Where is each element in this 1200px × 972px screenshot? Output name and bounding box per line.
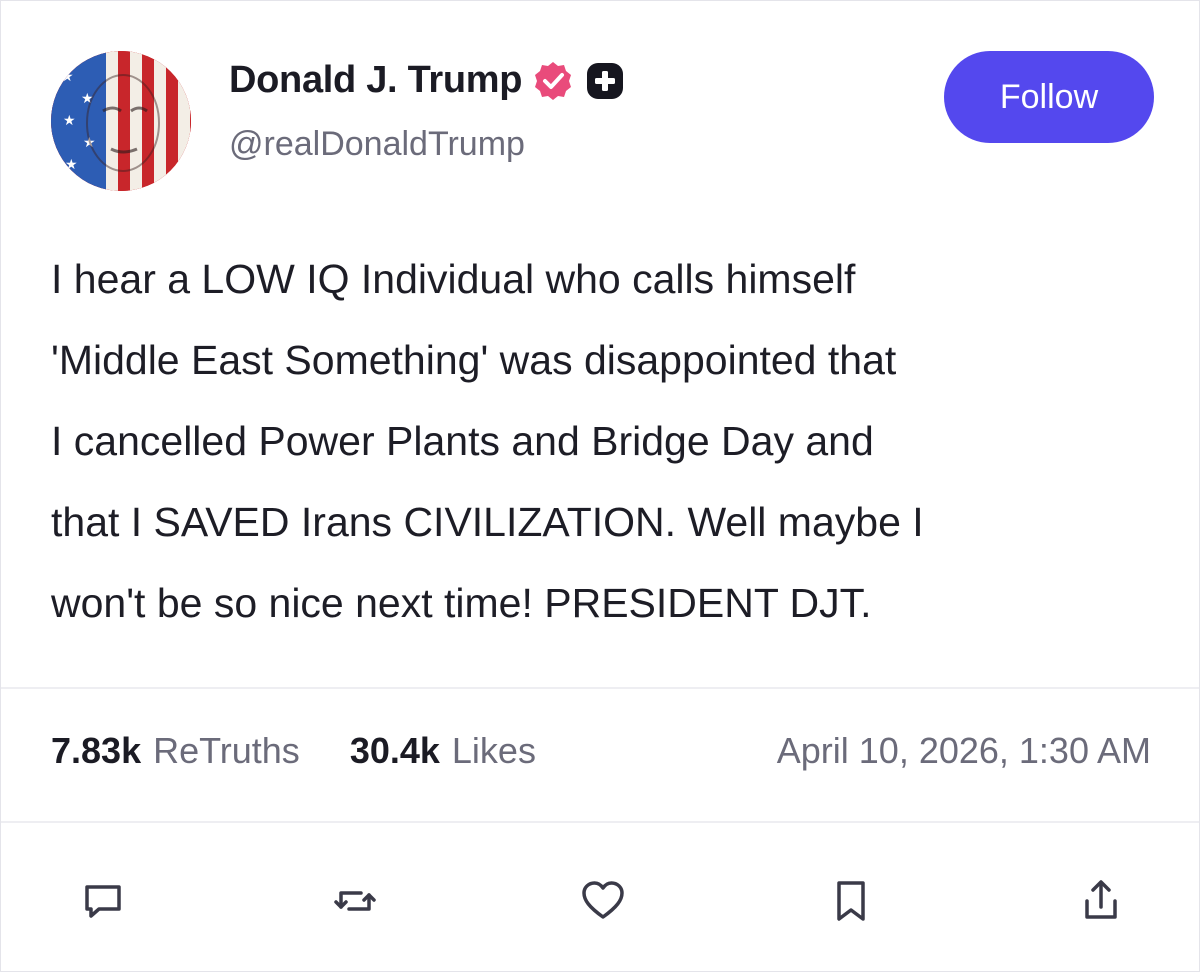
retruths-label: ReTruths: [153, 730, 300, 771]
flag-portrait-avatar-icon: ★ ★ ★ ★ ★: [51, 51, 191, 191]
post-stats: 7.83k ReTruths 30.4k Likes April 10, 202…: [51, 723, 1151, 779]
like-button[interactable]: [573, 871, 633, 931]
divider: [1, 821, 1199, 823]
svg-text:★: ★: [61, 68, 74, 84]
svg-text:★: ★: [65, 156, 78, 172]
retruths-count: 7.83k: [51, 730, 142, 771]
retruths-stat[interactable]: 7.83k ReTruths: [51, 730, 300, 772]
share-button[interactable]: [1071, 871, 1131, 931]
post-card: ★ ★ ★ ★ ★ Donald J. Trump @realDonaldTru: [0, 0, 1200, 972]
avatar[interactable]: ★ ★ ★ ★ ★: [51, 51, 191, 191]
bookmark-icon: [837, 881, 865, 921]
author-handle[interactable]: @realDonaldTrump: [229, 125, 525, 164]
follow-button[interactable]: Follow: [944, 51, 1154, 143]
likes-count: 30.4k: [349, 730, 440, 771]
svg-text:★: ★: [63, 112, 76, 128]
author-display-name[interactable]: Donald J. Trump: [229, 59, 523, 102]
reply-button[interactable]: [73, 871, 133, 931]
likes-label: Likes: [451, 730, 536, 771]
post-text: I hear a LOW IQ Individual who calls him…: [51, 256, 924, 626]
action-bar: [1, 849, 1199, 959]
comment-icon: [85, 885, 121, 918]
bookmark-button[interactable]: [821, 871, 881, 931]
divider: [1, 687, 1199, 689]
share-icon: [1085, 880, 1117, 919]
verified-badge-icon: [532, 60, 574, 102]
likes-stat[interactable]: 30.4k Likes: [350, 730, 536, 772]
heart-icon: [582, 881, 624, 919]
author-name-row: Donald J. Trump: [229, 59, 626, 102]
retruth-button[interactable]: [325, 871, 385, 931]
post-timestamp[interactable]: April 10, 2026, 1:30 AM: [777, 730, 1151, 772]
plus-badge-icon: [584, 60, 626, 102]
retruth-icon: [334, 891, 376, 911]
